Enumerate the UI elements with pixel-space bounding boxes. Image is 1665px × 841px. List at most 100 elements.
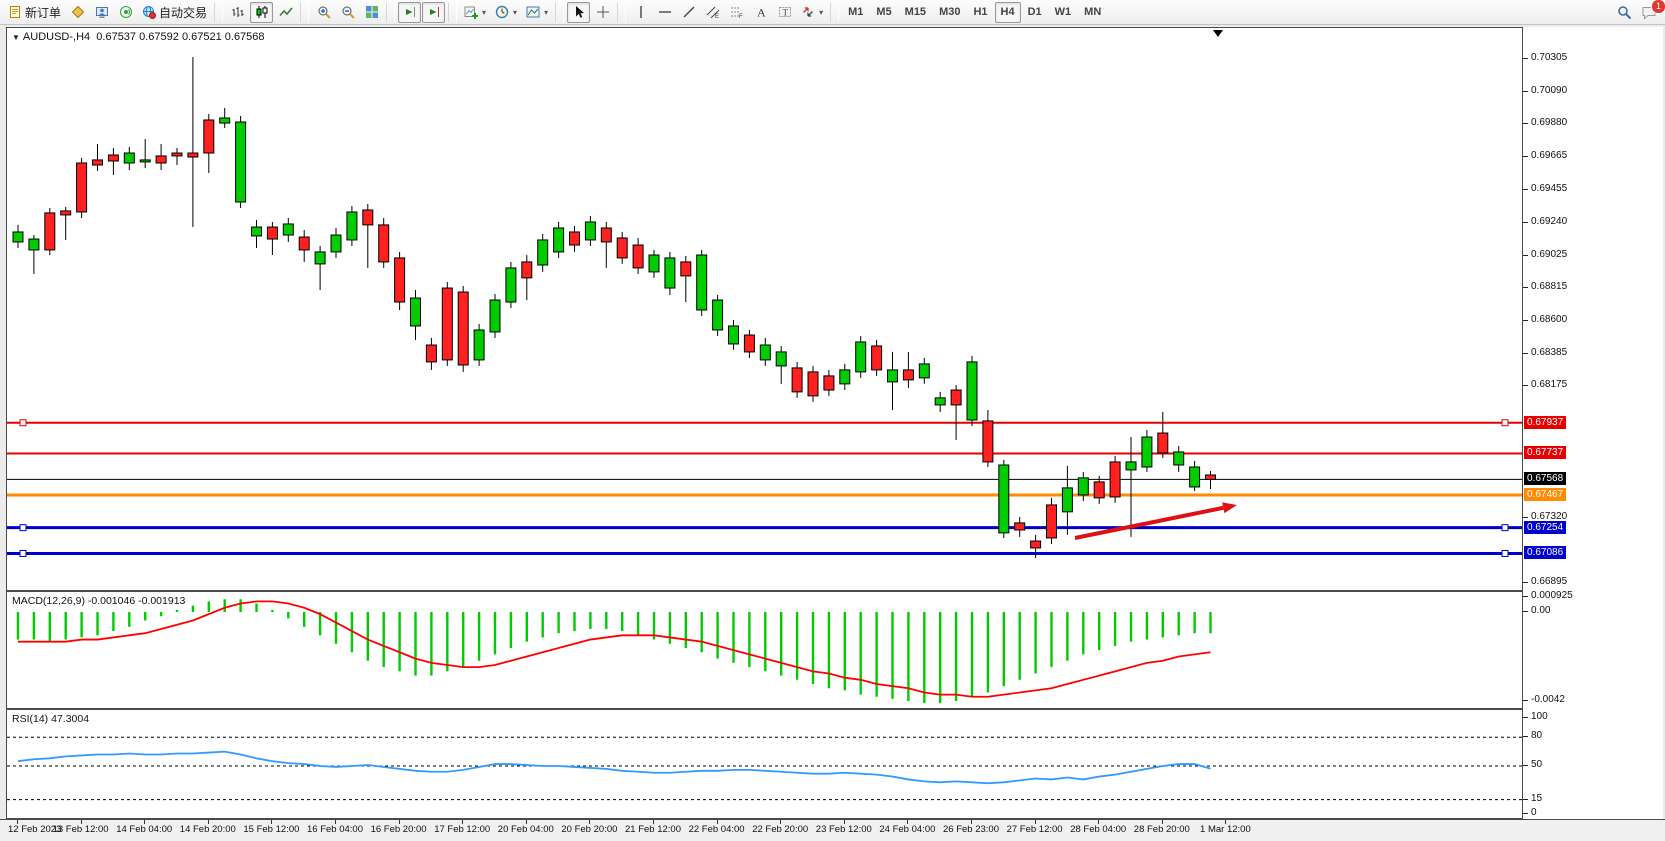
arrows-button[interactable]: ▾ [797, 2, 827, 23]
ohlc-high: 0.67592 [139, 31, 179, 43]
indicators-button[interactable]: ▾ [460, 2, 490, 23]
time-label: 26 Feb 23:00 [943, 824, 999, 835]
market-watch-button[interactable] [66, 2, 89, 23]
price-chart-pane[interactable]: ▼AUDUSD-,H4 0.67537 0.67592 0.67521 0.67… [6, 27, 1523, 591]
symbol-dropdown-icon[interactable]: ▼ [12, 33, 20, 42]
symbol-label: AUDUSD-,H4 [23, 31, 90, 43]
clock-icon [495, 5, 509, 19]
ohlc-close: 0.67568 [225, 31, 265, 43]
timeframe-w1-button[interactable]: W1 [1049, 2, 1078, 23]
axis-tick-mark [1523, 58, 1528, 59]
price-tick: 0.69025 [1531, 249, 1567, 260]
zoom-in-button[interactable] [312, 2, 335, 23]
candlestick-chart[interactable] [7, 28, 1522, 590]
time-label: 20 Feb 20:00 [561, 824, 617, 835]
arrows-icon [801, 5, 815, 19]
bar-chart-button[interactable] [226, 2, 249, 23]
chevron-down-icon: ▾ [544, 8, 548, 17]
crosshair-button[interactable] [591, 2, 614, 23]
chevron-down-icon: ▾ [513, 8, 517, 17]
channel-icon: E [706, 5, 720, 19]
time-label: 22 Feb 20:00 [752, 824, 808, 835]
rsi-pane[interactable]: RSI(14) 47.3004 [6, 709, 1523, 819]
chart-header: ▼AUDUSD-,H4 0.67537 0.67592 0.67521 0.67… [12, 31, 265, 43]
time-label: 14 Feb 20:00 [180, 824, 236, 835]
timeframe-d1-button[interactable]: D1 [1022, 2, 1048, 23]
axis-tick-mark [1523, 287, 1528, 288]
price-tick: 0.68815 [1531, 281, 1567, 292]
auto-scroll-button[interactable] [398, 2, 421, 23]
horizontal-line-button[interactable] [653, 2, 676, 23]
new-order-button-label: 新订单 [25, 4, 61, 21]
news-button[interactable] [114, 2, 137, 23]
timeframe-h1-button[interactable]: H1 [967, 2, 993, 23]
axis-tick-mark [1523, 799, 1528, 800]
bar-chart-icon [231, 5, 245, 19]
profile-button[interactable] [90, 2, 113, 23]
chart-shift-button[interactable] [422, 2, 445, 23]
rsi-axis-tick: 0 [1531, 807, 1537, 818]
price-tick: 0.70090 [1531, 85, 1567, 96]
periods-button[interactable]: ▾ [491, 2, 521, 23]
main-toolbar: 新订单 自动交易 ▾ ▾ ▾ E F AT ▾ M1M5M15M30H1H4D1W1MN 1 [0, 0, 1665, 25]
channel-button[interactable]: E [701, 2, 724, 23]
candlestick-chart-button[interactable] [250, 2, 273, 23]
tile-windows-button[interactable] [360, 2, 383, 23]
macd-chart[interactable] [7, 592, 1522, 708]
vertical-line-button[interactable] [629, 2, 652, 23]
rsi-axis-tick: 80 [1531, 730, 1542, 741]
template-icon [526, 5, 540, 19]
line-chart-icon [279, 5, 293, 19]
svg-text:E: E [715, 14, 719, 19]
time-label: 22 Feb 04:00 [689, 824, 745, 835]
price-line-label: 0.67737 [1524, 446, 1566, 459]
timeframe-h4-button[interactable]: H4 [995, 2, 1021, 23]
time-label: 1 Mar 12:00 [1200, 824, 1251, 835]
macd-pane[interactable]: MACD(12,26,9) -0.001046 -0.001913 [6, 591, 1523, 709]
price-tick: 0.69665 [1531, 150, 1567, 161]
ohlc-low: 0.67521 [182, 31, 222, 43]
timeframe-m15-button[interactable]: M15 [899, 2, 932, 23]
auto-trading-button[interactable]: 自动交易 [138, 2, 211, 23]
label-button[interactable]: T [773, 2, 796, 23]
axis-tick-mark [1523, 736, 1528, 737]
time-axis[interactable]: 12 Feb 202313 Feb 12:0014 Feb 04:0014 Fe… [0, 819, 1665, 841]
fibonacci-button[interactable]: F [725, 2, 748, 23]
price-tick: 0.69240 [1531, 216, 1567, 227]
new-order-button[interactable]: 新订单 [4, 2, 65, 23]
cursor-button[interactable] [567, 2, 590, 23]
rsi-axis-tick: 100 [1531, 711, 1548, 722]
timeframe-mn-button[interactable]: MN [1078, 2, 1107, 23]
text-button[interactable]: A [749, 2, 772, 23]
line-chart-button[interactable] [274, 2, 297, 23]
price-tick: 0.69455 [1531, 183, 1567, 194]
axis-tick-mark [1523, 353, 1528, 354]
document-icon [8, 5, 22, 19]
templates-button[interactable]: ▾ [522, 2, 552, 23]
mt4-trading-terminal: 新订单 自动交易 ▾ ▾ ▾ E F AT ▾ M1M5M15M30H1H4D1W1MN 1 ▼AU… [0, 0, 1665, 841]
timeframe-m30-button[interactable]: M30 [933, 2, 966, 23]
axis-tick-mark [1523, 320, 1528, 321]
macd-label: MACD(12,26,9) -0.001046 -0.001913 [12, 595, 185, 607]
ohlc-open: 0.67537 [96, 31, 136, 43]
svg-text:F: F [739, 14, 743, 19]
rsi-chart[interactable] [7, 710, 1522, 818]
zoom-out-button[interactable] [336, 2, 359, 23]
trendline-button[interactable] [677, 2, 700, 23]
timeframe-m5-button[interactable]: M5 [870, 2, 897, 23]
svg-text:A: A [757, 6, 766, 20]
chevron-down-icon: ▾ [819, 8, 823, 17]
time-label: 21 Feb 12:00 [625, 824, 681, 835]
rsi-value: 47.3004 [51, 713, 89, 725]
axis-tick-mark [1523, 582, 1528, 583]
price-tick: 0.68175 [1531, 379, 1567, 390]
notifications-button[interactable]: 1 [1637, 2, 1661, 23]
search-button[interactable] [1613, 2, 1636, 23]
time-label: 20 Feb 04:00 [498, 824, 554, 835]
auto-scroll-icon [403, 5, 417, 19]
timeframe-m1-button[interactable]: M1 [842, 2, 869, 23]
time-label: 28 Feb 20:00 [1134, 824, 1190, 835]
axis-tick-mark [1523, 700, 1528, 701]
axis-tick-mark [1523, 717, 1528, 718]
time-label: 17 Feb 12:00 [434, 824, 490, 835]
